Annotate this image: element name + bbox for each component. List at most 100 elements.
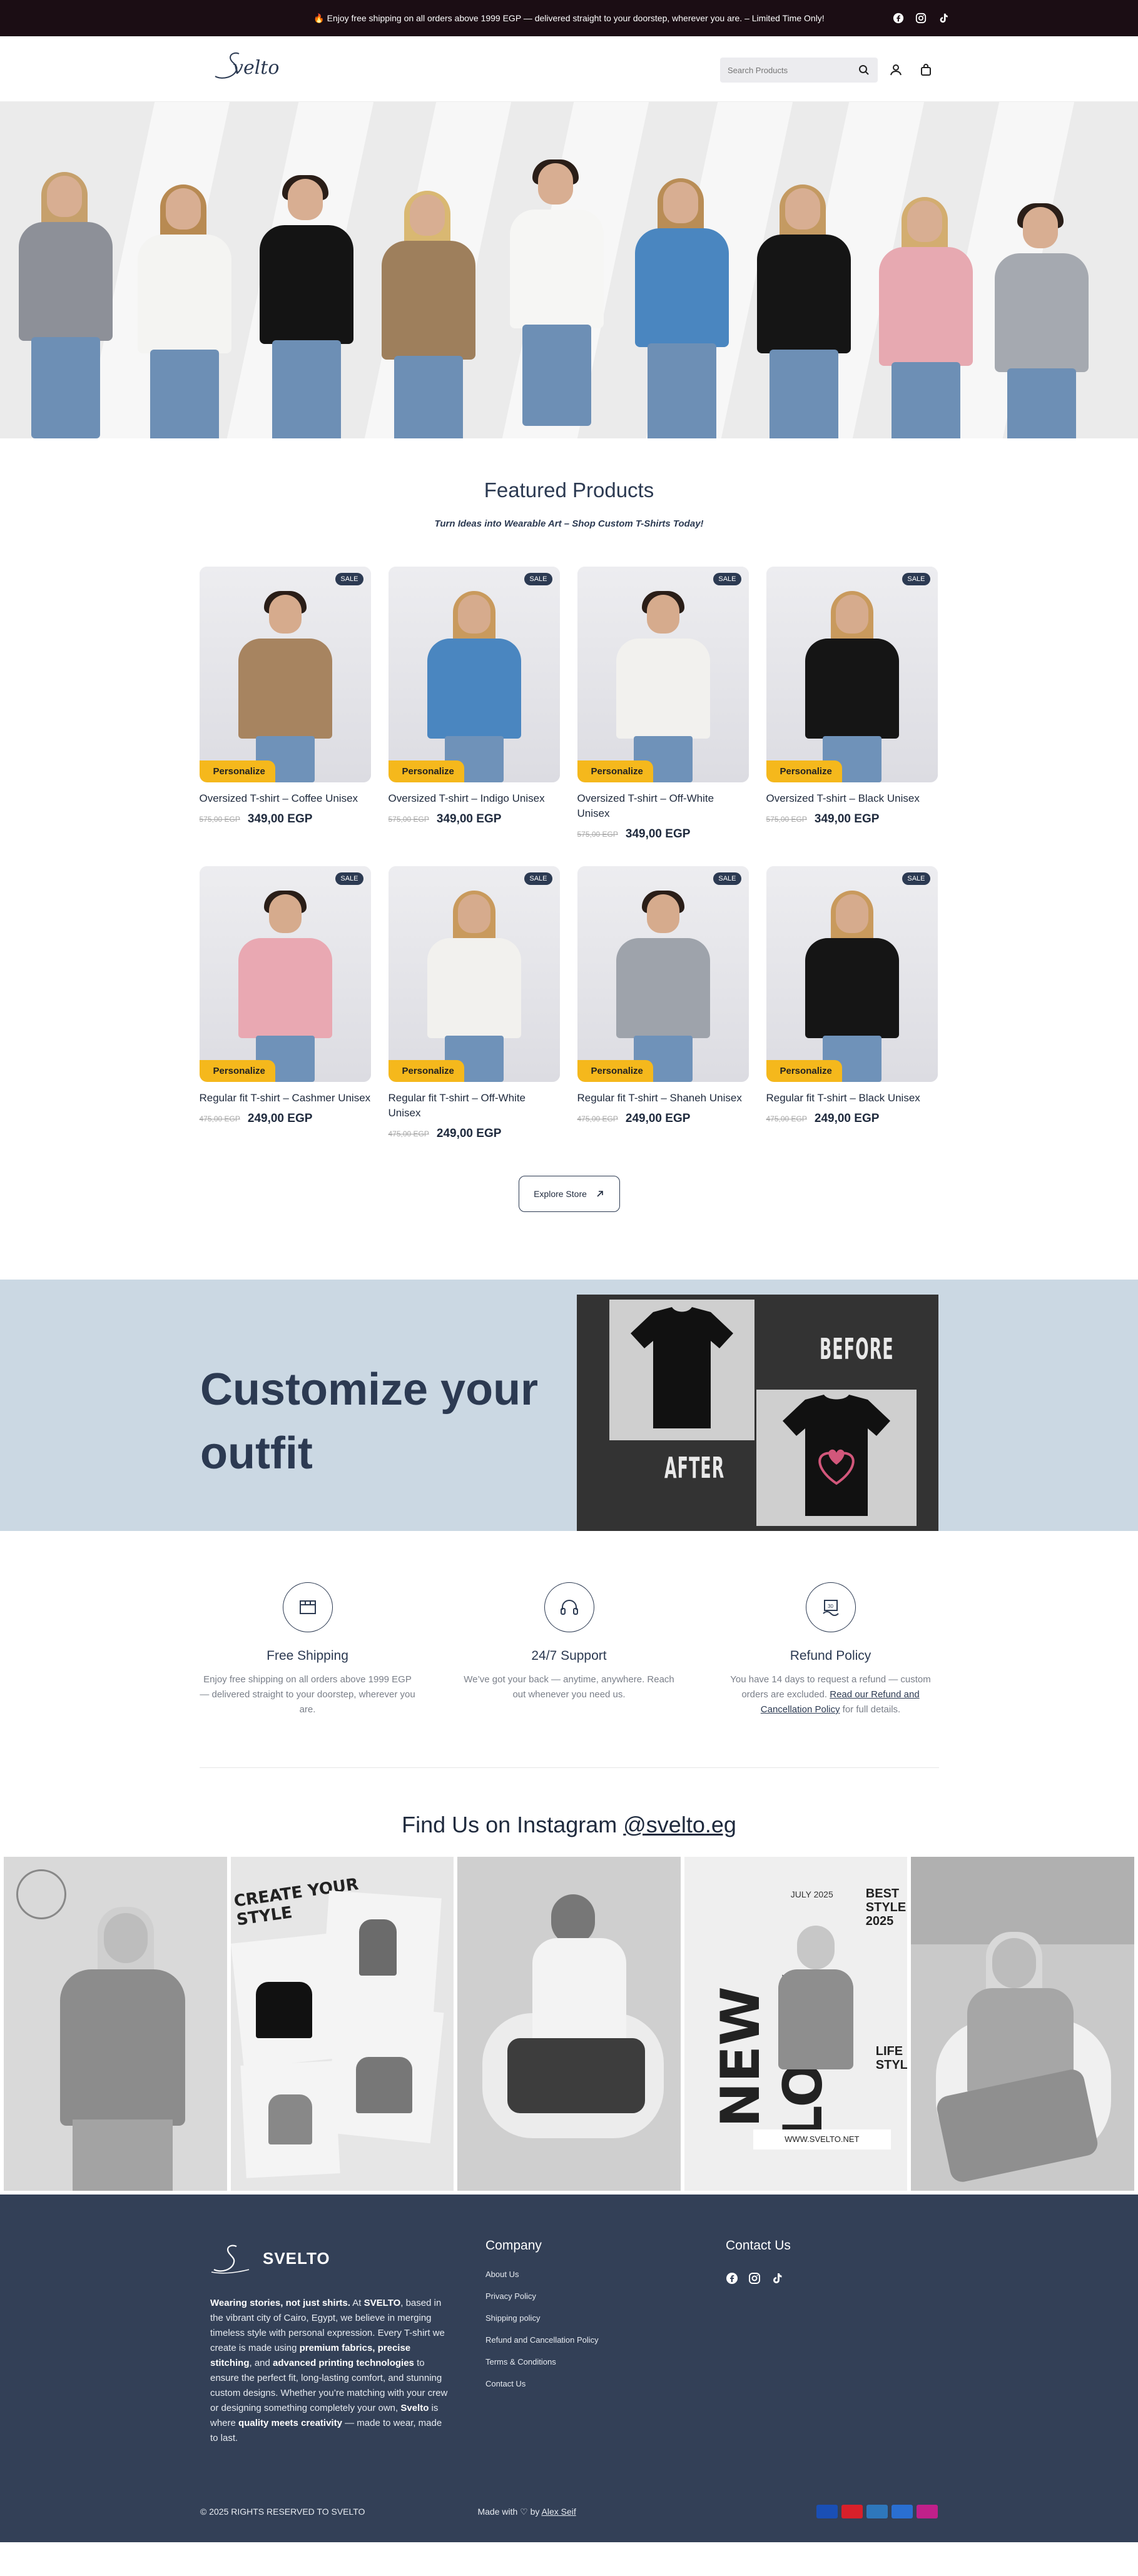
hero-model-grey (13, 172, 119, 438)
product-image[interactable]: SALE Personalize (199, 567, 371, 782)
personalize-button[interactable]: Personalize (766, 1060, 842, 1082)
product-card[interactable]: SALE Personalize Oversized T-shirt – Ind… (388, 567, 560, 841)
cart-icon[interactable] (918, 63, 933, 78)
instagram-section: Find Us on Instagram @svelto.eg CREATE Y… (0, 1768, 1138, 2191)
hero-model-pink (873, 197, 979, 438)
product-price: 475,00 EGP 249,00 EGP (200, 1112, 371, 1126)
personalize-button[interactable]: Personalize (199, 760, 275, 782)
site-header: velto (0, 36, 1138, 102)
instagram-title: Find Us on Instagram @svelto.eg (402, 1812, 736, 1837)
search-bar (720, 58, 878, 83)
product-image[interactable]: SALE Personalize (388, 866, 560, 1082)
account-icon[interactable] (888, 63, 903, 78)
sale-badge: SALE (713, 872, 741, 885)
product-card[interactable]: SALE Personalize Regular fit T-shirt – S… (577, 866, 749, 1141)
personalize-button[interactable]: Personalize (577, 760, 653, 782)
product-name[interactable]: Oversized T-shirt – Indigo Unisex (389, 791, 560, 806)
footer-about: Wearing stories, not just shirts. At SVE… (210, 2298, 448, 2443)
site-logo[interactable]: velto (210, 49, 298, 86)
product-price: 475,00 EGP 249,00 EGP (577, 1112, 749, 1126)
old-price: 575,00 EGP (388, 815, 429, 824)
ig-post-new-look[interactable]: NEW LOOK JULY 2025 BEST STYLE 2025 LIFE … (684, 1857, 908, 2191)
product-name[interactable]: Oversized T-shirt – Off-White Unisex (577, 791, 749, 821)
footer-logo[interactable]: SVELTO (210, 2240, 330, 2277)
feature-description: Enjoy free shipping on all orders above … (200, 1674, 415, 1715)
footer-link[interactable]: Terms & Conditions (485, 2357, 599, 2366)
product-price: 475,00 EGP 249,00 EGP (389, 1127, 560, 1141)
author-link[interactable]: Alex Seif (542, 2507, 576, 2517)
product-name[interactable]: Regular fit T-shirt – Off-White Unisex (389, 1091, 560, 1121)
search-input[interactable] (728, 65, 858, 75)
sale-price: 349,00 EGP (247, 812, 313, 826)
hero-model-coffee (375, 191, 482, 438)
footer-link[interactable]: Privacy Policy (485, 2291, 599, 2301)
footer-link[interactable]: Refund and Cancellation Policy (485, 2335, 599, 2345)
personalize-button[interactable]: Personalize (388, 760, 464, 782)
sale-price: 249,00 EGP (247, 1112, 313, 1125)
sale-badge: SALE (524, 872, 552, 885)
product-card[interactable]: SALE Personalize Oversized T-shirt – Off… (577, 567, 749, 841)
explore-store-label: Explore Store (534, 1189, 587, 1199)
old-price: 475,00 EGP (388, 1129, 429, 1138)
after-label: AFTER (664, 1451, 725, 1485)
copyright-text: © 2025 RIGHTS RESERVED TO SVELTO (200, 2507, 365, 2517)
ig-post-woman-tee[interactable] (4, 1857, 227, 2191)
svelto-mark-icon (211, 2245, 250, 2274)
product-image[interactable]: SALE Personalize (766, 866, 938, 1082)
product-name[interactable]: Oversized T-shirt – Black Unisex (766, 791, 938, 806)
ig-post-woman-chair[interactable] (911, 1857, 1134, 2191)
made-with-text: Made with ♡ by Alex Seif (477, 2506, 576, 2517)
search-icon[interactable] (858, 64, 870, 76)
featured-subtitle: Turn Ideas into Wearable Art – Shop Cust… (434, 518, 704, 529)
announcement-bar: 🔥 Enjoy free shipping on all orders abov… (0, 0, 1138, 36)
product-name[interactable]: Regular fit T-shirt – Black Unisex (766, 1091, 938, 1106)
footer-link[interactable]: Contact Us (485, 2379, 599, 2388)
ig-post-create-your-style[interactable]: CREATE YOUR STYLE (230, 1857, 454, 2191)
product-name[interactable]: Regular fit T-shirt – Shaneh Unisex (577, 1091, 749, 1106)
features-row: Free Shipping Enjoy free shipping on all… (199, 1531, 939, 1768)
product-card[interactable]: SALE Personalize Regular fit T-shirt – B… (766, 866, 938, 1141)
instagram-icon[interactable] (914, 11, 928, 25)
instagram-icon[interactable] (748, 2272, 761, 2288)
instagram-handle-link[interactable]: @svelto.eg (623, 1812, 736, 1837)
product-card[interactable]: SALE Personalize Regular fit T-shirt – C… (199, 866, 371, 1141)
facebook-icon[interactable] (726, 2272, 738, 2288)
hero-model-white (131, 184, 238, 438)
product-card[interactable]: SALE Personalize Regular fit T-shirt – O… (388, 866, 560, 1141)
product-card[interactable]: SALE Personalize Oversized T-shirt – Cof… (199, 567, 371, 841)
arrow-up-right-icon (597, 1191, 603, 1197)
ig-post-man-sitting[interactable] (457, 1857, 681, 2191)
tiktok-icon[interactable] (771, 2272, 783, 2288)
sale-badge: SALE (524, 573, 552, 585)
hero-model-indigo (629, 178, 735, 438)
product-image[interactable]: SALE Personalize (199, 866, 371, 1082)
footer-contact-title: Contact Us (726, 2238, 791, 2253)
product-image[interactable]: SALE Personalize (577, 567, 749, 782)
product-image[interactable]: SALE Personalize (577, 866, 749, 1082)
hero-model-offwhite (504, 159, 610, 438)
personalize-button[interactable]: Personalize (766, 760, 842, 782)
old-price: 575,00 EGP (199, 815, 240, 824)
customize-heading: Customize your outfit (200, 1365, 539, 1478)
personalize-button[interactable]: Personalize (199, 1060, 275, 1082)
sale-badge: SALE (902, 573, 930, 585)
old-price: 575,00 EGP (577, 830, 618, 839)
facebook-icon[interactable] (892, 11, 905, 25)
product-name[interactable]: Oversized T-shirt – Coffee Unisex (200, 791, 371, 806)
footer-company-title: Company (485, 2238, 542, 2253)
feature-description: We’ve got your back — anytime, anywhere.… (464, 1674, 674, 1700)
footer-link[interactable]: About Us (485, 2270, 599, 2279)
tiktok-icon[interactable] (937, 11, 950, 25)
instagram-grid: CREATE YOUR STYLE NEW LOOK JULY 2025 BES… (0, 1857, 1138, 2191)
product-card[interactable]: SALE Personalize Oversized T-shirt – Bla… (766, 567, 938, 841)
sale-price: 349,00 EGP (436, 812, 502, 826)
footer-link[interactable]: Shipping policy (485, 2313, 599, 2323)
product-image[interactable]: SALE Personalize (766, 567, 938, 782)
explore-store-button[interactable]: Explore Store (518, 1176, 620, 1212)
product-name[interactable]: Regular fit T-shirt – Cashmer Unisex (200, 1091, 371, 1106)
sale-price: 349,00 EGP (814, 812, 880, 826)
personalize-button[interactable]: Personalize (577, 1060, 653, 1082)
product-image[interactable]: SALE Personalize (388, 567, 560, 782)
before-tee (609, 1300, 754, 1440)
personalize-button[interactable]: Personalize (388, 1060, 464, 1082)
